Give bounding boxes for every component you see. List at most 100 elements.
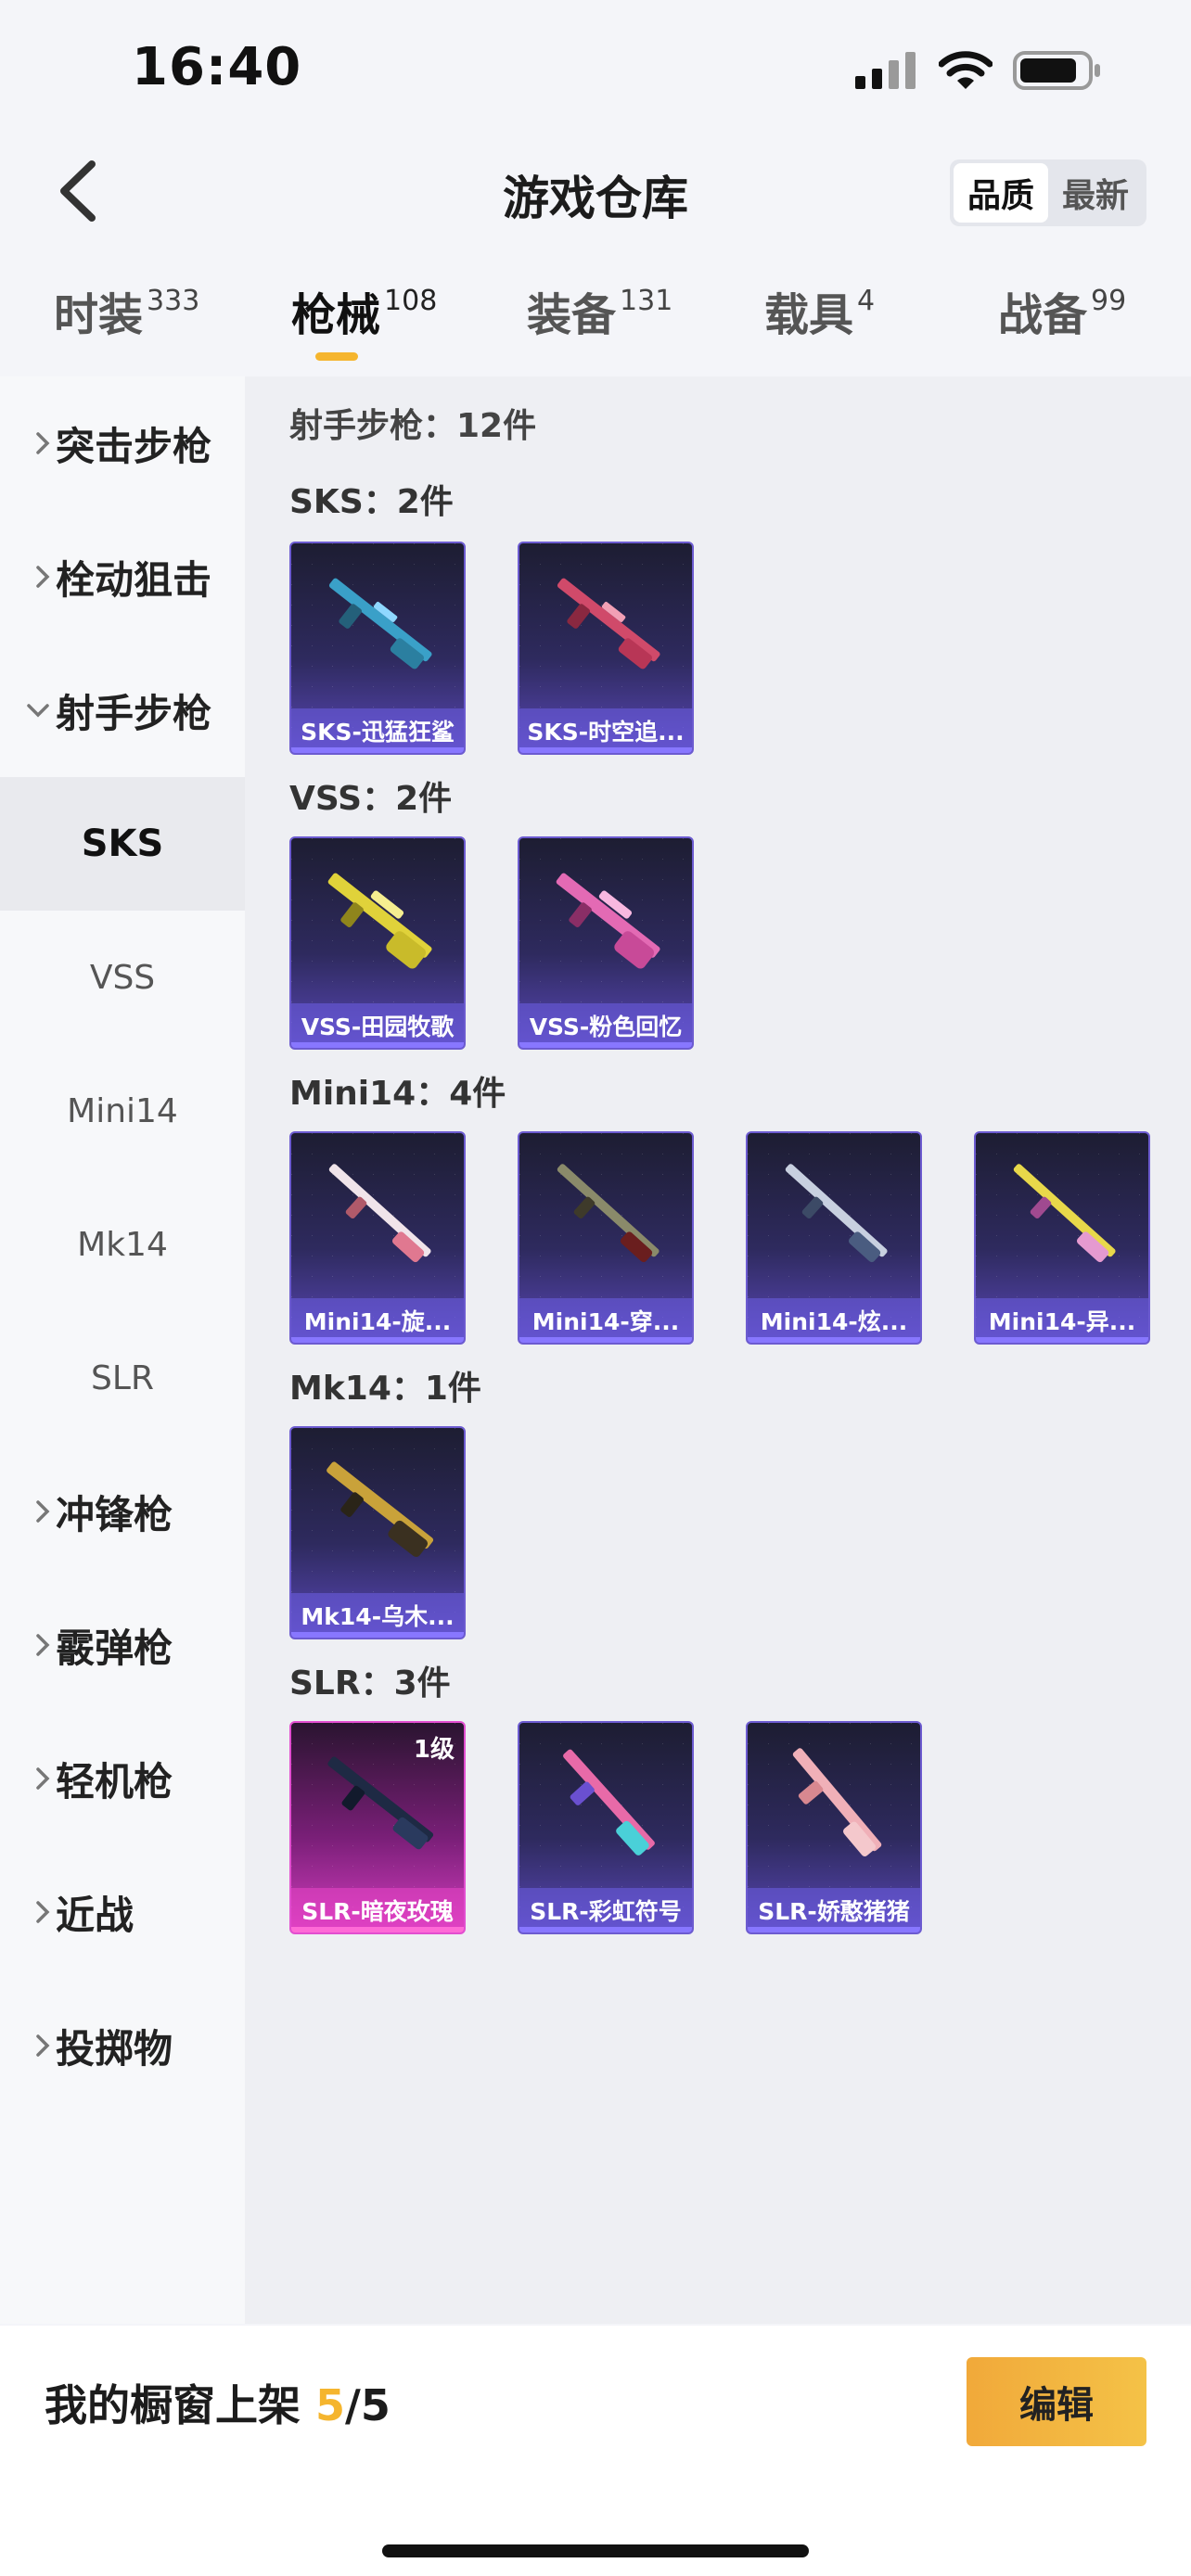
group-title: Mini14：4件 xyxy=(289,1075,506,1113)
sidebar-sub-sks[interactable]: SKS xyxy=(0,777,245,911)
group-title: Mk14：1件 xyxy=(289,1370,481,1408)
group-title: SKS：2件 xyxy=(289,483,454,521)
sort-toggle: 品质 最新 xyxy=(950,159,1146,226)
tab-label: 战备 xyxy=(998,289,1088,341)
group-title: SLR：3件 xyxy=(289,1664,451,1702)
wifi-icon xyxy=(939,51,992,89)
sidebar-item-label: 冲锋枪 xyxy=(56,1491,173,1537)
rifle-icon xyxy=(785,1164,888,1263)
sidebar-item-melee[interactable]: 近战 xyxy=(0,1845,245,1979)
chevron-down-icon xyxy=(27,704,49,718)
rifle-icon xyxy=(557,578,660,670)
rifle-icon xyxy=(792,1748,882,1856)
item-card-label: VSS-粉色回忆 xyxy=(519,1003,692,1048)
item-card[interactable]: Mini14-旋... xyxy=(289,1131,466,1345)
item-card[interactable]: 1级 SLR-暗夜玫瑰 xyxy=(289,1721,466,1934)
status-bar: 16:40 xyxy=(0,0,1191,139)
item-card-label: Mini14-旋... xyxy=(291,1298,464,1343)
item-card-label: SKS-迅猛狂鲨 xyxy=(291,708,464,753)
sidebar-sub-mk14[interactable]: Mk14 xyxy=(0,1178,245,1311)
item-card-label: Mini14-穿... xyxy=(519,1298,692,1343)
rifle-icon xyxy=(1013,1164,1116,1263)
sidebar-item-label: 近战 xyxy=(56,1892,134,1938)
category-count-title: 射手步枪：12件 xyxy=(289,407,537,445)
chevron-right-icon xyxy=(36,1901,50,1923)
chevron-right-icon xyxy=(36,2034,50,2057)
tab-count: 99 xyxy=(1091,285,1127,317)
rifle-icon xyxy=(327,873,432,969)
item-card[interactable]: Mini14-异... xyxy=(974,1131,1150,1345)
sidebar-item-assault-rifle[interactable]: 突击步枪 xyxy=(0,376,245,510)
sidebar-item-throwables[interactable]: 投掷物 xyxy=(0,1979,245,2112)
rifle-icon xyxy=(327,1756,434,1850)
tab-label: 装备 xyxy=(527,289,617,341)
item-grid-area: 射手步枪：12件 SKS：2件 SKS-迅猛狂鲨 SKS-时空追... VSS：… xyxy=(245,376,1191,2324)
item-card[interactable]: VSS-粉色回忆 xyxy=(518,836,694,1050)
item-card[interactable]: SKS-时空追... xyxy=(518,542,694,755)
tab-count: 333 xyxy=(147,285,200,317)
home-indicator xyxy=(382,2544,809,2557)
sidebar-item-label: 霰弹枪 xyxy=(56,1625,173,1671)
tab-count: 131 xyxy=(620,285,673,317)
tab-fashion[interactable]: 时装 333 xyxy=(54,278,199,371)
edit-button[interactable]: 编辑 xyxy=(967,2357,1146,2446)
rifle-icon xyxy=(556,873,660,969)
item-card-label: SLR-彩虹符号 xyxy=(519,1888,692,1932)
item-card-label: Mini14-炫... xyxy=(748,1298,920,1343)
group-title: VSS：2件 xyxy=(289,780,453,818)
sidebar-item-marksman-rifle[interactable]: 射手步枪 xyxy=(0,644,245,777)
item-card-label: SLR-暗夜玫瑰 xyxy=(291,1888,464,1932)
tab-supplies[interactable]: 战备 99 xyxy=(998,278,1126,371)
shelf-status: 我的橱窗上架 5/5 xyxy=(45,2372,391,2433)
header: 游戏仓库 品质 最新 xyxy=(0,139,1191,247)
item-card-label: SKS-时空追... xyxy=(519,708,692,753)
shelf-label: 我的橱窗上架 xyxy=(45,2380,301,2430)
item-card[interactable]: SLR-娇憨猪猪 xyxy=(746,1721,922,1934)
status-icons xyxy=(853,45,1102,96)
sidebar-sub-slr[interactable]: SLR xyxy=(0,1311,245,1445)
sidebar-sub-vss[interactable]: VSS xyxy=(0,911,245,1044)
tab-equipment[interactable]: 装备 131 xyxy=(527,278,672,371)
sidebar-item-label: 突击步枪 xyxy=(56,423,212,469)
chevron-right-icon xyxy=(36,566,50,588)
tab-count: 4 xyxy=(857,285,876,317)
sidebar-item-lmg[interactable]: 轻机枪 xyxy=(0,1712,245,1845)
item-card[interactable]: Mini14-炫... xyxy=(746,1131,922,1345)
item-card[interactable]: Mini14-穿... xyxy=(518,1131,694,1345)
sort-newest-button[interactable]: 最新 xyxy=(1048,163,1143,223)
item-card[interactable]: SLR-彩虹符号 xyxy=(518,1721,694,1934)
shelf-total-count: 5 xyxy=(360,2380,391,2430)
chevron-right-icon xyxy=(36,432,50,454)
sidebar-item-label: 射手步枪 xyxy=(56,690,212,736)
tab-label: 时装 xyxy=(54,289,144,341)
sidebar-item-label: 轻机枪 xyxy=(56,1758,173,1804)
sidebar-item-shotgun[interactable]: 霰弹枪 xyxy=(0,1578,245,1712)
shelf-separator: / xyxy=(345,2380,361,2430)
rifle-icon xyxy=(327,1461,434,1557)
tab-label: 枪械 xyxy=(291,289,381,341)
battery-icon xyxy=(1013,51,1100,90)
item-card[interactable]: Mk14-乌木... xyxy=(289,1426,466,1639)
sidebar-item-bolt-sniper[interactable]: 栓动狙击 xyxy=(0,510,245,644)
item-card-label: SLR-娇憨猪猪 xyxy=(748,1888,920,1932)
item-card-label: VSS-田园牧歌 xyxy=(291,1003,464,1048)
category-tabs: 时装 333 枪械 108 装备 131 载具 4 战备 99 xyxy=(0,278,1191,371)
rifle-icon xyxy=(328,1164,431,1263)
tab-vehicles[interactable]: 载具 4 xyxy=(764,278,875,371)
active-tab-indicator xyxy=(315,352,358,361)
sort-quality-button[interactable]: 品质 xyxy=(954,163,1048,223)
chevron-right-icon xyxy=(36,1500,50,1523)
rifle-icon xyxy=(557,1164,660,1263)
sidebar-item-smg[interactable]: 冲锋枪 xyxy=(0,1445,245,1578)
item-card-label: Mini14-异... xyxy=(976,1298,1148,1343)
sidebar-sub-mini14[interactable]: Mini14 xyxy=(0,1044,245,1178)
shelf-current-count: 5 xyxy=(315,2380,346,2430)
sidebar-item-label: 投掷物 xyxy=(56,2025,173,2072)
tab-firearms[interactable]: 枪械 108 xyxy=(291,278,437,371)
signal-icon xyxy=(855,52,916,89)
item-card-label: Mk14-乌木... xyxy=(291,1593,464,1638)
item-card[interactable]: SKS-迅猛狂鲨 xyxy=(289,542,466,755)
item-card[interactable]: VSS-田园牧歌 xyxy=(289,836,466,1050)
chevron-right-icon xyxy=(36,1767,50,1790)
rifle-icon xyxy=(563,1749,655,1855)
